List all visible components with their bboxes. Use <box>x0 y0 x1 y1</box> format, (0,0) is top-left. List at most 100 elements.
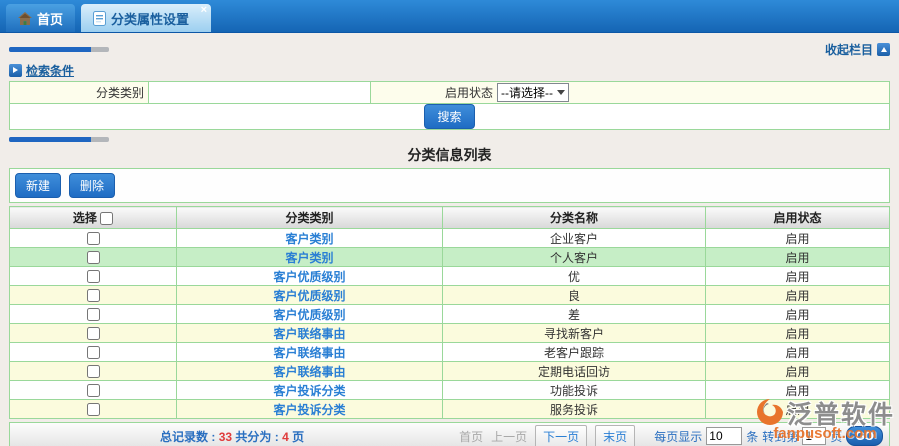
row-checkbox[interactable] <box>87 346 100 359</box>
record-summary: 总记录数 : 33 共分为 : 4 页 <box>160 428 304 445</box>
loading-bar-2-fill <box>9 137 91 142</box>
per-page-label: 每页显示 <box>654 428 702 445</box>
row-name-cell: 老客户跟踪 <box>443 343 706 362</box>
row-status-cell: 启用 <box>706 400 890 419</box>
search-section-title: 检索条件 <box>26 62 74 79</box>
table-row: 客户联络事由 老客户跟踪 启用 <box>10 343 890 362</box>
row-select-cell <box>10 267 177 286</box>
row-select-cell <box>10 248 177 267</box>
delete-button[interactable]: 删除 <box>69 173 115 198</box>
row-status-cell: 启用 <box>706 362 890 381</box>
category-link[interactable]: 客户优质级别 <box>273 308 345 322</box>
category-label: 分类类别 <box>10 82 149 104</box>
row-category-cell: 客户联络事由 <box>177 324 443 343</box>
goto-unit: 页 <box>830 428 842 445</box>
row-select-cell <box>10 400 177 419</box>
table-row: 客户优质级别 优 启用 <box>10 267 890 286</box>
collapse-icon <box>877 43 890 56</box>
new-button[interactable]: 新建 <box>15 173 61 198</box>
next-page-button[interactable]: 下一页 <box>535 425 587 446</box>
row-checkbox[interactable] <box>87 308 100 321</box>
column-header-select: 选择 <box>10 207 177 229</box>
row-checkbox[interactable] <box>87 384 100 397</box>
row-checkbox[interactable] <box>87 270 100 283</box>
row-status-cell: 启用 <box>706 267 890 286</box>
category-link[interactable]: 客户投诉分类 <box>273 384 345 398</box>
row-name-cell: 定期电话回访 <box>443 362 706 381</box>
top-tab-bar: 首页 分类属性设置 × <box>0 0 899 33</box>
toolbar: 新建 删除 <box>9 168 890 203</box>
search-form: 分类类别 启用状态 --请选择-- 搜索 <box>9 81 890 130</box>
select-all-checkbox[interactable] <box>100 212 113 225</box>
pagination-nav: 首页 上一页 下一页 末页 <box>459 425 635 446</box>
category-link[interactable]: 客户投诉分类 <box>273 403 345 417</box>
per-page-input[interactable] <box>706 427 742 445</box>
table-row: 客户优质级别 良 启用 <box>10 286 890 305</box>
search-section-header: 检索条件 <box>9 61 890 79</box>
table-row: 客户类别 企业客户 启用 <box>10 229 890 248</box>
row-status-cell: 启用 <box>706 305 890 324</box>
table-row: 客户优质级别 差 启用 <box>10 305 890 324</box>
category-link[interactable]: 客户联络事由 <box>273 327 345 341</box>
page-content: 收起栏目 检索条件 分类类别 启用状态 --请选择-- <box>0 33 899 446</box>
document-icon <box>93 11 106 26</box>
row-checkbox[interactable] <box>87 289 100 302</box>
pagination-footer: 总记录数 : 33 共分为 : 4 页 首页 上一页 下一页 末页 每页显示 条… <box>9 422 890 446</box>
category-link[interactable]: 客户类别 <box>285 251 333 265</box>
status-select-value: --请选择-- <box>501 84 553 101</box>
category-table: 选择 分类类别 分类名称 启用状态 客户类别 企业客户 启用 客户类别 个人客户… <box>9 206 890 419</box>
home-icon <box>18 12 32 25</box>
last-page-button[interactable]: 末页 <box>595 425 635 446</box>
row-select-cell <box>10 305 177 324</box>
row-select-cell <box>10 362 177 381</box>
row-checkbox[interactable] <box>87 365 100 378</box>
category-link[interactable]: 客户优质级别 <box>273 289 345 303</box>
row-select-cell <box>10 343 177 362</box>
loading-bar-2 <box>9 137 109 142</box>
row-select-cell <box>10 324 177 343</box>
row-status-cell: 启用 <box>706 248 890 267</box>
loading-bar-fill <box>9 47 91 52</box>
category-link[interactable]: 客户类别 <box>285 232 333 246</box>
category-input-cell <box>149 82 371 104</box>
row-select-cell <box>10 229 177 248</box>
total-records: 33 <box>219 430 232 444</box>
per-page-unit: 条 <box>746 428 758 445</box>
status-select[interactable]: --请选择-- <box>497 83 569 102</box>
tab-category-settings[interactable]: 分类属性设置 × <box>81 4 211 32</box>
category-link[interactable]: 客户联络事由 <box>273 346 345 360</box>
table-row: 客户联络事由 定期电话回访 启用 <box>10 362 890 381</box>
close-icon[interactable]: × <box>201 5 207 16</box>
collapse-columns-link[interactable]: 收起栏目 <box>825 41 890 58</box>
row-category-cell: 客户优质级别 <box>177 267 443 286</box>
category-link[interactable]: 客户联络事由 <box>273 365 345 379</box>
section-arrow-icon[interactable] <box>9 64 22 77</box>
row-category-cell: 客户投诉分类 <box>177 400 443 419</box>
row-name-cell: 差 <box>443 305 706 324</box>
column-header-status: 启用状态 <box>706 207 890 229</box>
tab-home-label: 首页 <box>37 9 63 28</box>
row-category-cell: 客户类别 <box>177 229 443 248</box>
goto-page-input[interactable] <box>802 427 826 445</box>
select-column-label: 选择 <box>73 211 97 225</box>
row-checkbox[interactable] <box>87 251 100 264</box>
tab-home[interactable]: 首页 <box>6 4 75 32</box>
column-header-category: 分类类别 <box>177 207 443 229</box>
goto-label: 转到第 <box>762 428 798 445</box>
row-checkbox[interactable] <box>87 403 100 416</box>
status-cell: 启用状态 --请选择-- <box>371 82 890 104</box>
category-link[interactable]: 客户优质级别 <box>273 270 345 284</box>
search-button[interactable]: 搜索 <box>424 104 474 129</box>
prev-page-link[interactable]: 上一页 <box>491 428 527 445</box>
category-input[interactable] <box>149 83 370 103</box>
first-page-link[interactable]: 首页 <box>459 428 483 445</box>
row-select-cell <box>10 381 177 400</box>
row-category-cell: 客户投诉分类 <box>177 381 443 400</box>
row-checkbox[interactable] <box>87 327 100 340</box>
row-name-cell: 寻找新客户 <box>443 324 706 343</box>
list-title: 分类信息列表 <box>9 144 890 166</box>
go-button[interactable]: GO <box>846 426 883 446</box>
row-status-cell: 启用 <box>706 343 890 362</box>
row-name-cell: 服务投诉 <box>443 400 706 419</box>
row-checkbox[interactable] <box>87 232 100 245</box>
